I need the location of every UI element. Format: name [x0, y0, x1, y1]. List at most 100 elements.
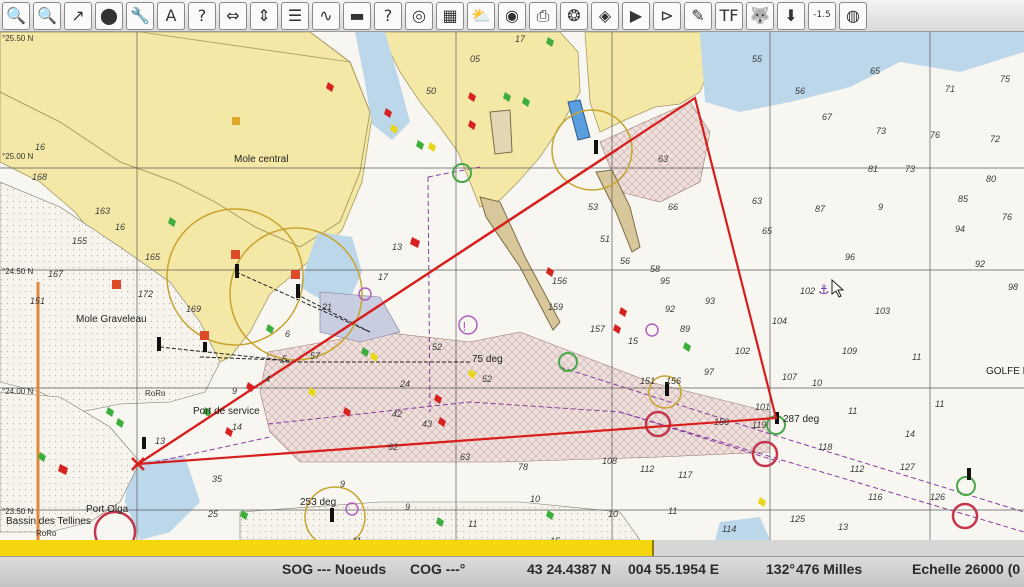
sounding-label: 05: [470, 54, 481, 64]
toolbar: 🔍 🔍 ↗ ⬤ 🔧 A? ⇔ ⇕ ☰ ∿ ▬? ◎ ▦ ⛅ ◉ ⎙ ❂ ◈ ▶ ⊳ ✎ TF 🐺 ⬇ -1.5 ◍: [0, 0, 1024, 32]
sounding-label: 102: [800, 286, 815, 296]
sounding-label: 172: [138, 289, 153, 299]
chart-map[interactable]: ⚓ ! 16 168 163 155 167 151 16 165 172 169 6 57 5 4 14 1…: [0, 32, 1024, 540]
tide-button[interactable]: ⇕: [250, 1, 278, 30]
sounding-label: 35: [212, 474, 223, 484]
status-bar: SOG --- Noeuds COG ---° 43 24.4387 N 004…: [0, 556, 1024, 587]
play-button[interactable]: ▶: [622, 1, 650, 30]
lat-label: °25.50 N: [2, 34, 33, 43]
sounding-label: 13: [392, 242, 402, 252]
sounding-label: 55: [752, 54, 763, 64]
pencil-button[interactable]: ✎: [684, 1, 712, 30]
radar-button[interactable]: ❂: [560, 1, 588, 30]
sounding-label: 87: [815, 204, 826, 214]
sounding-label: 107: [782, 372, 798, 382]
log-icon: ☰: [287, 5, 303, 25]
sounding-label: 56: [795, 86, 805, 96]
longitude-readout: 004 55.1954 E: [628, 561, 720, 577]
sounding-label: 96: [845, 252, 855, 262]
sog-readout: SOG --- Noeuds: [282, 561, 387, 577]
lifebuoy-button[interactable]: ◍: [839, 1, 867, 30]
zoom-in-icon: 🔍: [6, 5, 26, 25]
sounding-label: 117: [678, 470, 693, 480]
curve-button[interactable]: ∿: [312, 1, 340, 30]
sounding-label: 114: [722, 524, 736, 534]
sounding-label: 25: [207, 509, 219, 519]
weather-button[interactable]: ⛅: [467, 1, 495, 30]
camera-button[interactable]: ◈: [591, 1, 619, 30]
pencil-icon: ✎: [691, 5, 705, 25]
tools-button[interactable]: 🔧: [126, 1, 154, 30]
target-button[interactable]: ◎: [405, 1, 433, 30]
sounding-label: 11: [668, 506, 677, 516]
sounding-label: 42: [392, 409, 402, 419]
sounding-label: 13: [838, 522, 848, 532]
sounding-label: 104: [772, 316, 787, 326]
text-button[interactable]: A: [157, 1, 185, 30]
sounding-label: 65: [870, 66, 881, 76]
target-icon: ◎: [412, 5, 426, 25]
sounding-label: 156: [552, 276, 567, 286]
play-icon: ▶: [629, 5, 643, 25]
depth-button[interactable]: ▬: [343, 1, 371, 30]
caution-icon: !: [462, 320, 467, 334]
tf-button[interactable]: TF: [715, 1, 743, 30]
measure-button[interactable]: ⇔: [219, 1, 247, 30]
sounding-label: 63: [460, 452, 470, 462]
help-cursor-button[interactable]: ?: [188, 1, 216, 30]
nautical-chart[interactable]: ⚓ ! 161681631551671511616517216965754141…: [0, 32, 1024, 540]
sounding-label: 93: [705, 296, 715, 306]
sounding-label: 11: [912, 352, 921, 362]
sounding-label: 97: [704, 367, 715, 377]
sounding-label: 112: [850, 464, 864, 474]
mark-button[interactable]: ⬤: [95, 1, 123, 30]
sounding-label: 119: [752, 420, 766, 430]
place-port-olga: Port Olga: [86, 504, 129, 515]
counter-button[interactable]: -1.5: [808, 1, 836, 30]
sounding-label: 168: [32, 172, 47, 182]
sounding-label: 63: [658, 154, 668, 164]
route-icon: ↗: [71, 5, 85, 25]
sounding-label: 102: [735, 346, 750, 356]
sounding-label: 165: [145, 252, 161, 262]
sounding-label: 85: [958, 194, 969, 204]
log-button[interactable]: ☰: [281, 1, 309, 30]
print-button[interactable]: ⎙: [529, 1, 557, 30]
lifebuoy-icon: ◍: [846, 5, 860, 25]
sounding-label: 57: [310, 351, 321, 361]
sounding-label: 14: [905, 429, 915, 439]
progress-fill: [0, 540, 655, 556]
dog-button[interactable]: 🐺: [746, 1, 774, 30]
tools-icon: 🔧: [130, 5, 150, 25]
place-mole-graveleau: Mole Graveleau: [76, 314, 147, 325]
chart-button[interactable]: ▦: [436, 1, 464, 30]
latitude-readout: 43 24.4387 N: [527, 561, 612, 577]
text-icon: A: [165, 5, 177, 25]
sounding-label: 151: [30, 296, 45, 306]
sounding-label: 16: [35, 142, 45, 152]
cog-readout: COG ---°: [410, 561, 466, 577]
scale-readout: Echelle 26000 (0: [912, 561, 1021, 577]
bearing-label: 287 deg: [783, 414, 819, 425]
download-icon: ⬇: [784, 5, 798, 25]
sounding-label: 71: [945, 84, 955, 94]
sounding-label: 16: [115, 222, 125, 232]
sounding-label: 51: [600, 234, 610, 244]
disc-button[interactable]: ◉: [498, 1, 526, 30]
print-icon: ⎙: [536, 5, 550, 25]
download-button[interactable]: ⬇: [777, 1, 805, 30]
mark-icon: ⬤: [100, 5, 118, 25]
sounding-label: 157: [590, 324, 606, 334]
sounding-label: 10: [812, 378, 822, 388]
sounding-label: 112: [640, 464, 654, 474]
info-button[interactable]: ?: [374, 1, 402, 30]
sounding-label: 163: [95, 206, 110, 216]
route-button[interactable]: ↗: [64, 1, 92, 30]
zoom-in-button[interactable]: 🔍: [2, 1, 30, 30]
sounding-label: 10: [530, 494, 540, 504]
zoom-out-button[interactable]: 🔍: [33, 1, 61, 30]
sounding-label: 81: [868, 164, 878, 174]
sounding-label: 10: [608, 509, 618, 519]
sail-button[interactable]: ⊳: [653, 1, 681, 30]
sounding-label: 92: [665, 304, 675, 314]
